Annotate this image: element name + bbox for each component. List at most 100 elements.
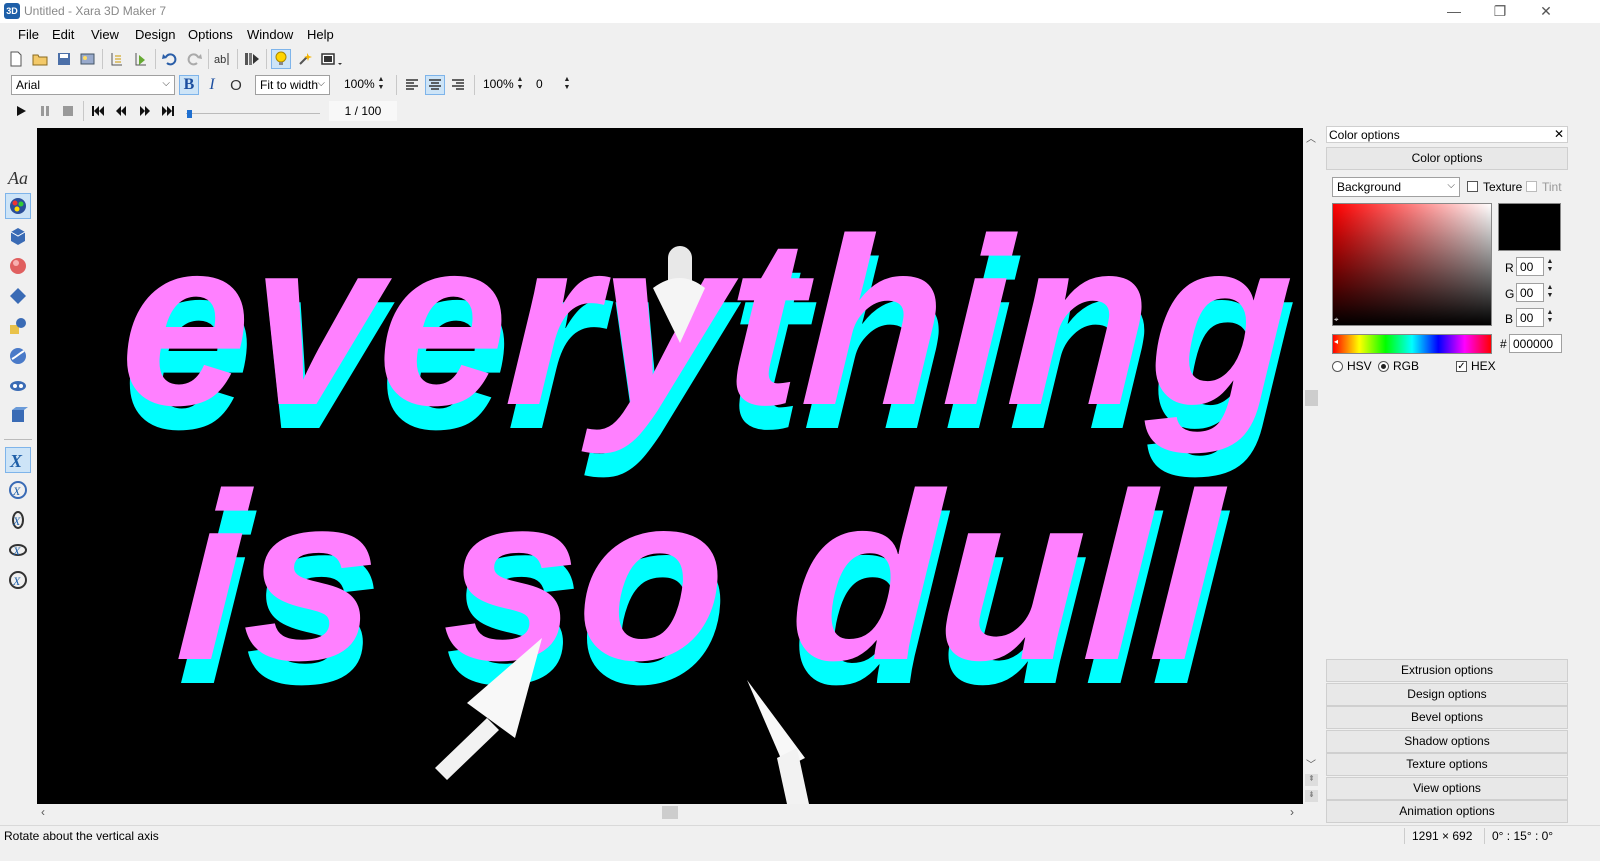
pause-icon: [41, 106, 49, 116]
first-frame-button[interactable]: [88, 101, 108, 121]
zoom-in-icon[interactable]: ⇞: [1305, 774, 1318, 786]
rotate-free-tool[interactable]: X: [5, 567, 31, 593]
last-frame-button[interactable]: [158, 101, 178, 121]
previous-frame-button[interactable]: [111, 101, 131, 121]
next-frame-button[interactable]: [135, 101, 155, 121]
align-center-button[interactable]: [425, 75, 445, 95]
hex-value-field[interactable]: 000000: [1509, 334, 1562, 353]
horizontal-scroll-thumb[interactable]: [662, 806, 678, 819]
play-button[interactable]: [11, 101, 31, 121]
rgb-radio[interactable]: [1378, 361, 1389, 372]
redo-button[interactable]: [184, 49, 204, 69]
animation-tool[interactable]: [5, 403, 31, 429]
zoom-out-icon[interactable]: ⇟: [1305, 790, 1318, 802]
italic-button[interactable]: I: [202, 75, 222, 95]
close-button[interactable]: ✕: [1523, 0, 1569, 23]
bold-button[interactable]: B: [179, 75, 199, 95]
rotate-y-axis-tool[interactable]: X: [5, 507, 31, 533]
export-button[interactable]: [78, 49, 98, 69]
b-value-field[interactable]: 00: [1516, 308, 1544, 327]
open-button[interactable]: [30, 49, 50, 69]
r-value-field[interactable]: 00: [1516, 257, 1544, 276]
save-button[interactable]: [54, 49, 74, 69]
minimize-button[interactable]: —: [1431, 0, 1477, 23]
menu-options[interactable]: Options: [188, 27, 233, 42]
text-size-field[interactable]: 100%: [341, 75, 375, 95]
bevel-tool[interactable]: [5, 253, 31, 279]
hsv-radio[interactable]: [1332, 361, 1343, 372]
shadow-tool[interactable]: [5, 283, 31, 309]
menu-view[interactable]: View: [91, 27, 119, 42]
letter-spacing-spinner[interactable]: ▲ ▼: [561, 76, 573, 94]
animation-button[interactable]: [242, 49, 262, 69]
apply-design-button[interactable]: [131, 49, 151, 69]
stop-button[interactable]: [58, 101, 78, 121]
text-style-tool[interactable]: Aa: [5, 165, 31, 191]
rotate-x-axis-tool[interactable]: X: [5, 477, 31, 503]
lighting-button[interactable]: [271, 49, 291, 69]
g-value-spinner[interactable]: ▲ ▼: [1544, 284, 1556, 302]
main-toolbar: ab: [6, 47, 386, 71]
pause-button[interactable]: [35, 101, 55, 121]
line-spacing-spinner[interactable]: ▲ ▼: [514, 76, 526, 94]
undo-button[interactable]: [160, 49, 180, 69]
g-value-field[interactable]: 00: [1516, 283, 1544, 302]
align-right-button[interactable]: [448, 75, 468, 95]
edit-text-button[interactable]: ab: [213, 49, 233, 69]
shape-tool[interactable]: [5, 313, 31, 339]
bevel-options-button[interactable]: Bevel options: [1326, 706, 1568, 729]
view-options-button[interactable]: View options: [1326, 777, 1568, 800]
menu-file[interactable]: File: [18, 27, 39, 42]
shadow-options-button[interactable]: Shadow options: [1326, 730, 1568, 753]
app-logo-icon: 3D: [4, 3, 20, 19]
design-options-button[interactable]: Design options: [1326, 683, 1568, 706]
color-target-select[interactable]: Background ⌵: [1332, 177, 1460, 197]
font-select[interactable]: Arial ⌵: [11, 75, 175, 95]
tint-checkbox[interactable]: [1526, 181, 1537, 192]
menu-edit[interactable]: Edit: [52, 27, 74, 42]
outline-button[interactable]: O: [226, 75, 246, 95]
scroll-down-icon[interactable]: ﹀: [1306, 756, 1316, 771]
animation-options-button[interactable]: Animation options: [1326, 800, 1568, 823]
hue-slider[interactable]: ◂: [1332, 334, 1492, 354]
text-size-spinner[interactable]: ▲ ▼: [375, 76, 387, 94]
3d-viewport[interactable]: everything everything is so dull is so d…: [37, 128, 1303, 804]
extrusion-tool[interactable]: [5, 223, 31, 249]
extrusion-options-button[interactable]: Extrusion options: [1326, 659, 1568, 682]
frame-slider[interactable]: [186, 108, 320, 118]
color-tool[interactable]: [5, 193, 31, 219]
view-tool[interactable]: [5, 373, 31, 399]
texture-tool[interactable]: [5, 343, 31, 369]
hex-checkbox[interactable]: ✓: [1456, 361, 1467, 372]
svg-text:X: X: [12, 544, 21, 558]
fit-mode-select[interactable]: Fit to width ⌵: [255, 75, 330, 95]
restore-button[interactable]: ❐: [1477, 0, 1523, 23]
new-document-button[interactable]: [6, 49, 26, 69]
tool-separator: [4, 439, 32, 440]
import-design-button[interactable]: [107, 49, 127, 69]
panel-close-icon[interactable]: ✕: [1554, 127, 1564, 141]
line-spacing-field[interactable]: 100%: [480, 75, 514, 95]
b-value-spinner[interactable]: ▲ ▼: [1544, 309, 1556, 327]
color-picker-square[interactable]: ⌖: [1332, 203, 1492, 326]
scroll-right-icon[interactable]: ›: [1290, 805, 1294, 819]
rotate-z-axis-tool[interactable]: X: [5, 537, 31, 563]
menu-help[interactable]: Help: [307, 27, 334, 42]
vertical-scroll-thumb[interactable]: [1305, 390, 1318, 406]
menu-window[interactable]: Window: [247, 27, 293, 42]
scroll-up-icon[interactable]: ︿: [1306, 130, 1316, 145]
vertical-scrollbar[interactable]: ︿ ﹀ ⇞ ⇟: [1303, 128, 1320, 822]
menu-design[interactable]: Design: [135, 27, 175, 42]
horizontal-scrollbar[interactable]: ‹ ›: [37, 804, 1303, 822]
align-left-button[interactable]: [402, 75, 422, 95]
display-mode-button[interactable]: [319, 49, 347, 69]
rotate-tool[interactable]: X: [5, 447, 31, 473]
r-value-spinner[interactable]: ▲ ▼: [1544, 258, 1556, 276]
light-settings-button[interactable]: [295, 49, 315, 69]
letter-spacing-field[interactable]: 0: [533, 75, 559, 95]
texture-options-button[interactable]: Texture options: [1326, 753, 1568, 776]
color-options-header[interactable]: Color options: [1326, 147, 1568, 170]
scroll-left-icon[interactable]: ‹: [41, 805, 45, 819]
texture-checkbox[interactable]: [1467, 181, 1478, 192]
frame-slider-thumb[interactable]: [187, 110, 192, 118]
